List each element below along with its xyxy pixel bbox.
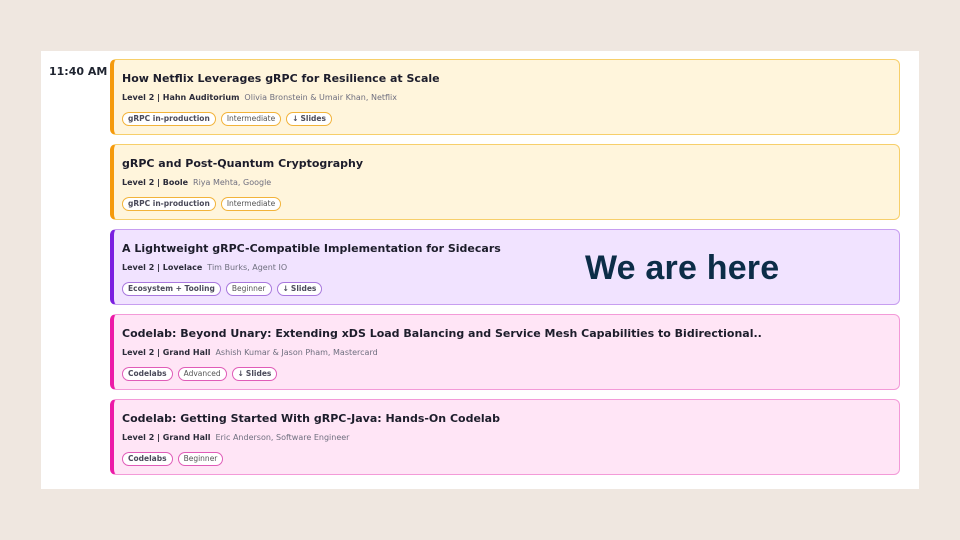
- slides-label: Slides: [300, 114, 326, 123]
- session-location: Level 2 | Boole: [122, 178, 189, 187]
- session-meta: Level 2 | Grand Hall Ashish Kumar & Jason…: [122, 348, 378, 357]
- slides-link[interactable]: ↓ Slides: [286, 112, 332, 126]
- download-arrow-icon: ↓: [292, 114, 299, 123]
- session-meta: Level 2 | Boole Riya Mehta, Google: [122, 178, 271, 187]
- time-slot-label: 11:40 AM: [49, 65, 108, 78]
- session-tags: gRPC in-production Intermediate: [122, 197, 282, 211]
- level-tag: Beginner: [177, 452, 224, 466]
- level-tag: Intermediate: [220, 112, 282, 126]
- session-title[interactable]: Codelab: Getting Started With gRPC-Java:…: [122, 412, 500, 425]
- session-speakers: Olivia Bronstein & Umair Khan, Netflix: [244, 93, 397, 102]
- slides-label: Slides: [245, 369, 272, 378]
- session-card[interactable]: How Netflix Leverages gRPC for Resilienc…: [110, 59, 900, 135]
- slides-link[interactable]: ↓ Slides: [276, 282, 323, 296]
- track-tag[interactable]: gRPC in-production: [122, 197, 216, 211]
- level-tag: Intermediate: [220, 197, 282, 211]
- session-speakers: Riya Mehta, Google: [193, 178, 272, 187]
- track-tag[interactable]: Ecosystem + Tooling: [122, 282, 221, 296]
- session-card[interactable]: Codelab: Beyond Unary: Extending xDS Loa…: [110, 314, 900, 390]
- session-meta: Level 2 | Hahn Auditorium Olivia Bronstei…: [122, 93, 397, 102]
- session-speakers: Ashish Kumar & Jason Pham, Mastercard: [215, 348, 378, 357]
- slides-label: Slides: [290, 284, 317, 293]
- session-location: Level 2 | Lovelace: [122, 263, 203, 272]
- track-tag[interactable]: Codelabs: [122, 367, 173, 381]
- session-tags: Ecosystem + Tooling Beginner ↓ Slides: [122, 282, 323, 296]
- track-tag[interactable]: Codelabs: [122, 452, 173, 466]
- level-tag: Beginner: [225, 282, 272, 296]
- session-title[interactable]: gRPC and Post-Quantum Cryptography: [122, 157, 363, 170]
- session-location: Level 2 | Grand Hall: [122, 348, 211, 357]
- session-location: Level 2 | Hahn Auditorium: [122, 93, 240, 102]
- download-arrow-icon: ↓: [282, 284, 289, 293]
- level-tag: Advanced: [177, 367, 227, 381]
- session-tags: Codelabs Advanced ↓ Slides: [122, 367, 278, 381]
- download-arrow-icon: ↓: [237, 369, 244, 378]
- session-title[interactable]: Codelab: Beyond Unary: Extending xDS Loa…: [122, 327, 762, 340]
- session-tags: Codelabs Beginner: [122, 452, 224, 466]
- session-speakers: Tim Burks, Agent IO: [207, 263, 288, 272]
- track-tag[interactable]: gRPC in-production: [122, 112, 216, 126]
- session-card[interactable]: A Lightweight gRPC-Compatible Implementa…: [110, 229, 900, 305]
- we-are-here-callout: We are here: [585, 249, 780, 287]
- session-card[interactable]: gRPC and Post-Quantum Cryptography Level…: [110, 144, 900, 220]
- session-card[interactable]: Codelab: Getting Started With gRPC-Java:…: [110, 399, 900, 475]
- session-speakers: Eric Anderson, Software Engineer: [215, 433, 350, 442]
- session-title[interactable]: How Netflix Leverages gRPC for Resilienc…: [122, 72, 440, 85]
- session-location: Level 2 | Grand Hall: [122, 433, 211, 442]
- session-meta: Level 2 | Grand Hall Eric Anderson, Softw…: [122, 433, 349, 442]
- slides-link[interactable]: ↓ Slides: [231, 367, 278, 381]
- session-tags: gRPC in-production Intermediate ↓ Slides: [122, 112, 332, 126]
- session-title[interactable]: A Lightweight gRPC-Compatible Implementa…: [122, 242, 501, 255]
- session-meta: Level 2 | Lovelace Tim Burks, Agent IO: [122, 263, 287, 272]
